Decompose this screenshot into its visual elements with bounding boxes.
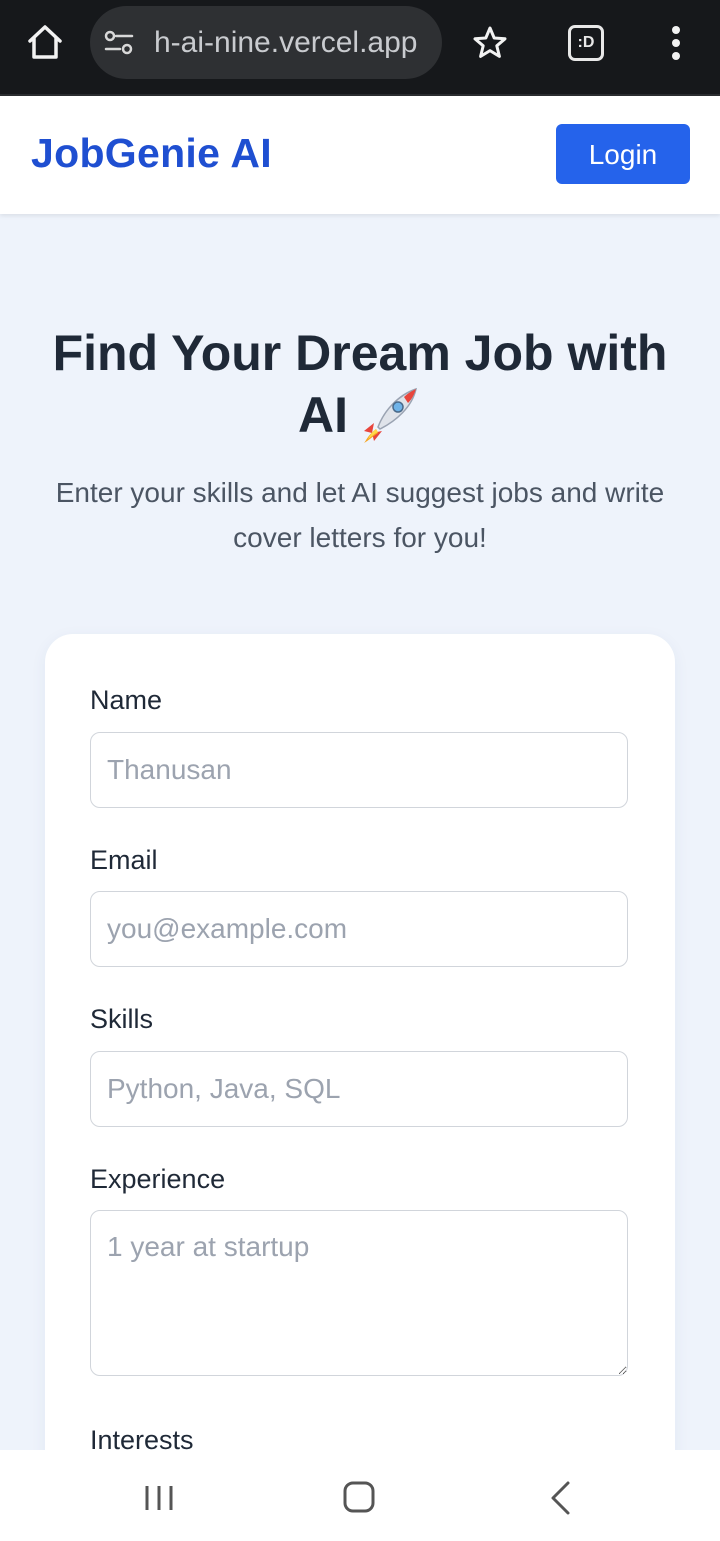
experience-textarea[interactable] (90, 1210, 628, 1376)
recents-icon[interactable] (143, 1483, 175, 1513)
url-text: h-ai-nine.vercel.app (154, 26, 418, 59)
hero-subtitle: Enter your skills and let AI suggest job… (55, 477, 665, 553)
star-icon[interactable] (472, 25, 508, 61)
system-nav-bar (0, 1450, 720, 1541)
email-input[interactable] (90, 891, 628, 967)
browser-toolbar: h-ai-nine.vercel.app :D (0, 0, 720, 96)
home-icon[interactable] (25, 22, 65, 62)
home-button-icon[interactable] (343, 1481, 375, 1513)
back-icon[interactable] (549, 1480, 571, 1516)
tab-switcher-icon[interactable]: :D (568, 25, 604, 61)
app-header: JobGenie AI Login (0, 96, 720, 214)
skills-input[interactable] (90, 1051, 628, 1127)
skills-label: Skills (90, 1004, 154, 1034)
address-bar[interactable]: h-ai-nine.vercel.app (90, 6, 442, 79)
hero-title: Find Your Dream Job with AI (40, 322, 680, 447)
job-form-card: Name Email Skills Experience Interests (45, 634, 675, 1494)
email-label: Email (90, 845, 158, 875)
brand-logo[interactable]: JobGenie AI (31, 130, 272, 177)
rocket-icon (364, 387, 418, 443)
name-label: Name (90, 685, 163, 715)
more-vert-icon[interactable] (670, 24, 682, 64)
login-button[interactable]: Login (556, 124, 690, 184)
experience-label: Experience (90, 1164, 226, 1194)
site-settings-icon[interactable] (104, 30, 134, 56)
name-input[interactable] (90, 732, 628, 808)
